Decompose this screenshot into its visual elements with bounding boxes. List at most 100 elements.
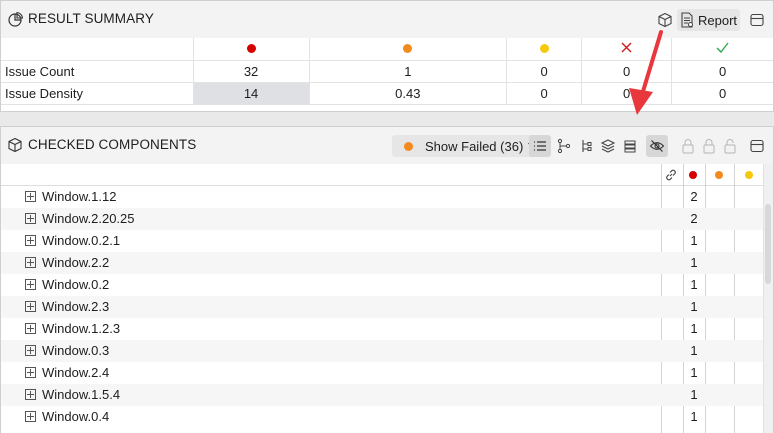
expand-icon[interactable] (25, 389, 36, 400)
yellow-dot-icon (539, 44, 549, 54)
error-count: 2 (690, 189, 698, 204)
stack-icon (624, 140, 636, 153)
list-item[interactable]: Window.0.4 1 (1, 406, 763, 428)
component-name: Window.2.4 (42, 365, 110, 380)
error-count: 1 (690, 299, 698, 314)
lock-all-button[interactable] (698, 135, 720, 157)
status-warning-header (309, 38, 508, 61)
list-item[interactable]: Window.0.2.1 1 (1, 230, 763, 252)
issue-count-failed[interactable]: 0 (581, 60, 673, 83)
hierarchy-view-button[interactable] (553, 135, 575, 157)
report-button[interactable]: Report (677, 9, 741, 31)
link-icon[interactable] (664, 168, 678, 182)
list-item[interactable]: Window.2.20.25 2 (1, 208, 763, 230)
error-count: 1 (690, 233, 698, 248)
component-name: Window.1.12 (42, 189, 117, 204)
result-summary-table: Issue Count 32 1 0 0 0 Issue Density 14 … (1, 38, 773, 105)
result-summary-panel: RESULT SUMMARY Report Issue Count 32 1 0… (0, 0, 774, 112)
error-count: 1 (690, 343, 698, 358)
components-grid-header (1, 164, 763, 186)
status-info-header (506, 38, 583, 61)
checked-components-panel: CHECKED COMPONENTS Show Failed (36) Wind… (0, 126, 774, 433)
panel-layout-icon (750, 13, 764, 27)
status-error-header (193, 38, 310, 61)
components-list: Window.1.12 2 Window.2.20.25 2 Window.0.2.1 1… (1, 186, 763, 428)
panel-layout-button[interactable] (746, 9, 768, 31)
cube-icon (658, 12, 672, 28)
stack-view-button[interactable] (619, 135, 641, 157)
report-button-label: Report (698, 12, 738, 28)
expand-icon[interactable] (25, 279, 36, 290)
list-item[interactable]: Window.1.5.4 1 (1, 384, 763, 406)
expand-icon[interactable] (25, 235, 36, 246)
expand-icon[interactable] (25, 301, 36, 312)
hide-passed-toggle[interactable] (646, 135, 668, 157)
list-item[interactable]: Window.1.2.3 1 (1, 318, 763, 340)
list-item[interactable]: Window.2.3 1 (1, 296, 763, 318)
red-dot-icon (246, 44, 256, 54)
expand-icon[interactable] (25, 367, 36, 378)
component-name: Window.1.5.4 (42, 387, 121, 402)
layers-view-button[interactable] (597, 135, 619, 157)
component-name: Window.0.2.1 (42, 233, 121, 248)
component-name: Window.0.3 (42, 343, 110, 358)
list-item[interactable]: Window.2.4 1 (1, 362, 763, 384)
error-count: 1 (690, 321, 698, 336)
cross-icon (621, 42, 632, 53)
list-item[interactable]: Window.1.12 2 (1, 186, 763, 208)
issue-density-passed[interactable]: 0 (671, 82, 773, 105)
panel-layout-button[interactable] (746, 135, 768, 157)
issue-count-error[interactable]: 32 (193, 60, 310, 83)
unlock-button[interactable] (719, 135, 741, 157)
check-icon (716, 42, 729, 54)
error-count: 2 (690, 211, 698, 226)
expand-icon[interactable] (25, 213, 36, 224)
issue-count-passed[interactable]: 0 (671, 60, 773, 83)
component-name: Window.2.20.25 (42, 211, 135, 226)
expand-icon[interactable] (25, 345, 36, 356)
issue-density-failed[interactable]: 0 (581, 82, 673, 105)
list-view-button[interactable] (529, 135, 551, 157)
scrollbar-thumb[interactable] (765, 204, 771, 284)
lock-selection-button[interactable] (677, 135, 699, 157)
status-passed-header (671, 38, 773, 61)
error-count: 1 (690, 409, 698, 424)
lock-open-icon (724, 139, 736, 154)
issue-density-label: Issue Density (1, 82, 194, 105)
orange-dot-icon (404, 141, 413, 151)
list-item[interactable]: Window.2.2 1 (1, 252, 763, 274)
issue-density-error[interactable]: 14 (193, 82, 310, 105)
error-count: 1 (690, 277, 698, 292)
error-count: 1 (690, 255, 698, 270)
status-header-empty (1, 38, 194, 61)
report-icon (681, 12, 693, 28)
list-item[interactable]: Window.0.3 1 (1, 340, 763, 362)
component-view-button[interactable] (654, 9, 676, 31)
component-name: Window.0.2 (42, 277, 110, 292)
show-failed-dropdown[interactable]: Show Failed (36) (392, 135, 542, 157)
status-failed-header (581, 38, 673, 61)
expand-icon[interactable] (25, 191, 36, 202)
component-name: Window.1.2.3 (42, 321, 121, 336)
pie-chart-icon (8, 11, 23, 27)
expand-icon[interactable] (25, 323, 36, 334)
list-item[interactable]: Window.0.2 1 (1, 274, 763, 296)
issue-count-row: Issue Count 32 1 0 0 0 (1, 60, 773, 83)
expand-icon[interactable] (25, 257, 36, 268)
issue-count-warning[interactable]: 1 (309, 60, 508, 83)
tree-view-button[interactable] (575, 135, 597, 157)
red-dot-icon (689, 171, 697, 179)
hierarchy-icon (557, 138, 571, 154)
issue-count-info[interactable]: 0 (506, 60, 583, 83)
status-header-row (1, 38, 773, 61)
layers-icon (600, 139, 616, 153)
eye-off-icon (649, 140, 665, 152)
component-name: Window.2.2 (42, 255, 110, 270)
issue-density-info[interactable]: 0 (506, 82, 583, 105)
expand-icon[interactable] (25, 411, 36, 422)
checked-components-title: CHECKED COMPONENTS (28, 137, 197, 152)
issue-density-row: Issue Density 14 0.43 0 0 0 (1, 82, 773, 105)
vertical-scrollbar[interactable] (763, 164, 773, 433)
issue-density-warning[interactable]: 0.43 (309, 82, 508, 105)
component-name: Window.2.3 (42, 299, 110, 314)
